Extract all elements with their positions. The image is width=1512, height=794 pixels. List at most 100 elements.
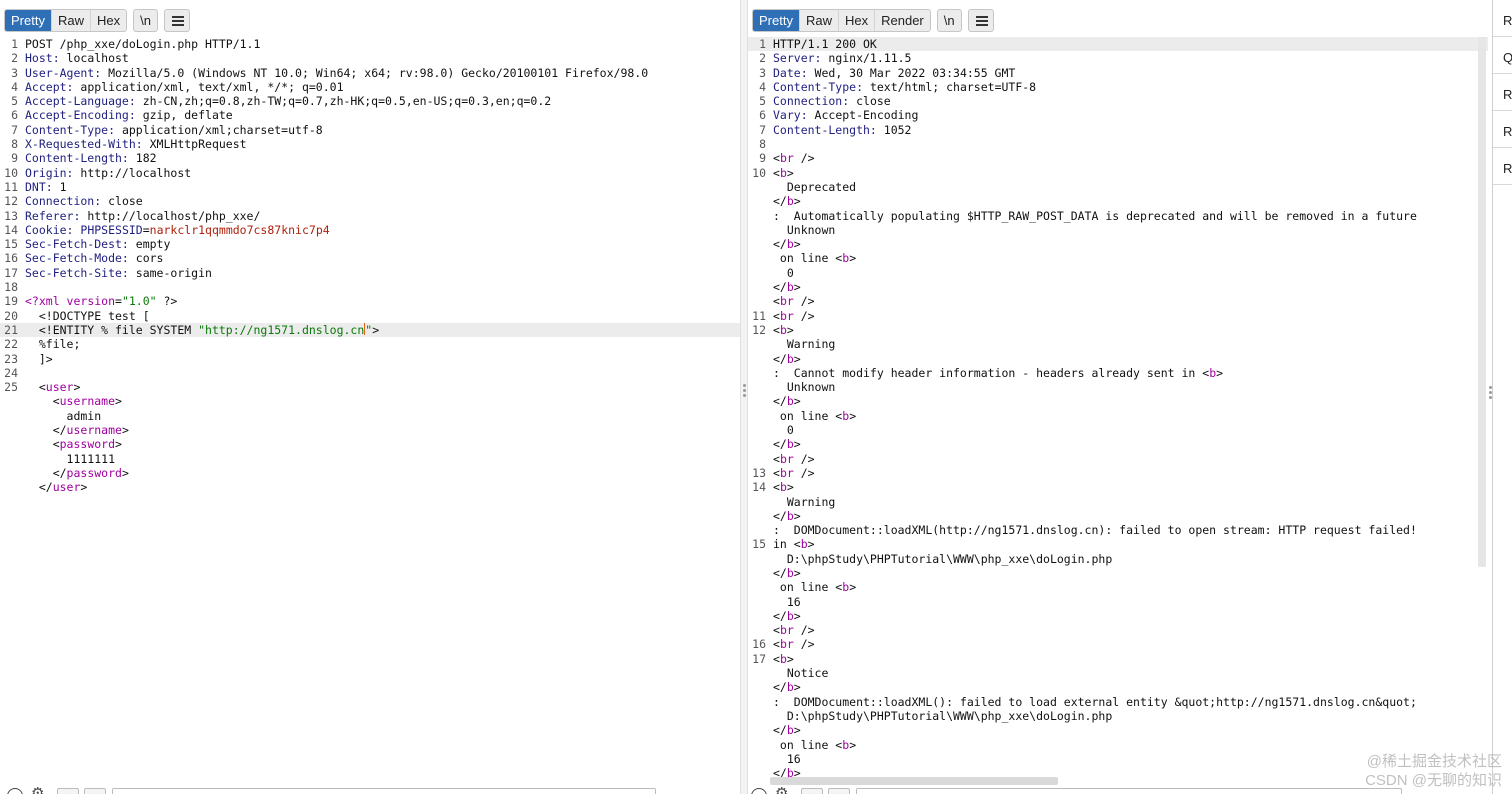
code-token: ]> bbox=[25, 351, 53, 366]
code-text: Server: nginx/1.11.5 bbox=[773, 51, 911, 65]
code-token: > bbox=[849, 251, 857, 266]
code-line: 0 bbox=[748, 266, 1488, 280]
search-next-button[interactable] bbox=[828, 788, 850, 794]
request-tab-raw[interactable]: Raw bbox=[51, 10, 91, 31]
code-line: 17 Sec-Fetch-Site: same-origin bbox=[0, 266, 740, 280]
code-token: b bbox=[786, 194, 794, 209]
line-number: 16 bbox=[752, 637, 766, 652]
request-tab-pretty[interactable]: Pretty bbox=[5, 10, 52, 31]
code-token: <?xml bbox=[25, 294, 67, 309]
code-line: 3 User-Agent: Mozilla/5.0 (Windows NT 10.… bbox=[0, 66, 740, 80]
request-editor[interactable]: 1 POST /php_xxe/doLogin.php HTTP/1.1 2 Host… bbox=[0, 37, 740, 777]
response-search-input[interactable] bbox=[856, 788, 1402, 794]
code-token: < bbox=[773, 623, 780, 638]
code-token: < bbox=[773, 322, 780, 337]
code-text: <br /> bbox=[773, 151, 815, 165]
code-text: Accept-Encoding: gzip, deflate bbox=[25, 108, 233, 122]
code-line: 8 bbox=[748, 137, 1488, 151]
code-token: 1052 bbox=[876, 122, 912, 137]
gear-icon[interactable]: ⚙ bbox=[31, 786, 44, 794]
pane-divider[interactable] bbox=[740, 0, 748, 794]
line-number: 16 bbox=[4, 251, 18, 266]
response-vertical-scrollbar[interactable] bbox=[1478, 37, 1486, 567]
code-line: 0 bbox=[748, 423, 1488, 437]
code-line: 14 <b> bbox=[748, 480, 1488, 494]
code-text: Host: localhost bbox=[25, 51, 129, 65]
header-name: User-Agent: bbox=[25, 65, 102, 80]
cookie-value: narkclr1qqmmdo7cs87knic7p4 bbox=[149, 222, 330, 237]
side-tab-3[interactable]: Re bbox=[1493, 74, 1512, 111]
response-editor[interactable]: 1 HTTP/1.1 200 OK 2 Server: nginx/1.11.5 3 Da… bbox=[748, 37, 1488, 780]
code-token: > bbox=[793, 437, 801, 452]
response-tab-pretty[interactable]: Pretty bbox=[753, 10, 800, 31]
response-menu-button[interactable] bbox=[967, 9, 994, 32]
code-token: < bbox=[25, 380, 46, 395]
watermark-line-1: @稀土掘金技术社区 bbox=[1366, 753, 1502, 770]
help-icon[interactable] bbox=[7, 788, 23, 794]
code-text: Accept-Language: zh-CN,zh;q=0.8,zh-TW;q=… bbox=[25, 94, 551, 108]
response-tab-render[interactable]: Render bbox=[875, 10, 930, 31]
code-token: br bbox=[779, 451, 794, 466]
code-line: : DOMDocument::loadXML(http://ng1571.dns… bbox=[748, 523, 1488, 537]
code-token: > bbox=[793, 351, 801, 366]
code-text: Vary: Accept-Encoding bbox=[773, 108, 918, 122]
code-token: b bbox=[786, 723, 794, 738]
code-line: on line <b> bbox=[748, 580, 1488, 594]
code-line: : DOMDocument::loadXML(): failed to load… bbox=[748, 695, 1488, 709]
code-text: Content-Type: text/html; charset=UTF-8 bbox=[773, 80, 1036, 94]
side-tab-5[interactable]: Re bbox=[1493, 148, 1512, 185]
code-token: > bbox=[793, 237, 801, 252]
code-token: > bbox=[121, 465, 129, 480]
code-text: <b> bbox=[773, 480, 794, 494]
search-next-button[interactable] bbox=[84, 788, 106, 794]
code-line: Unknown bbox=[748, 380, 1488, 394]
line-number: 7 bbox=[11, 122, 18, 137]
code-line: <br /> bbox=[748, 452, 1488, 466]
code-token: > bbox=[849, 737, 857, 752]
code-token: > bbox=[793, 723, 801, 738]
code-line: <br /> bbox=[748, 623, 1488, 637]
request-search-input[interactable] bbox=[112, 788, 656, 794]
code-line: admin bbox=[0, 409, 740, 423]
response-tab-raw[interactable]: Raw bbox=[799, 10, 839, 31]
search-prev-button[interactable] bbox=[801, 788, 823, 794]
gear-icon[interactable]: ⚙ bbox=[775, 786, 788, 794]
request-tab-hex[interactable]: Hex bbox=[90, 10, 127, 31]
side-tab-4[interactable]: Re bbox=[1493, 111, 1512, 148]
code-token: user bbox=[45, 380, 74, 395]
code-text: <password> bbox=[25, 437, 122, 451]
code-line: 8 X-Requested-With: XMLHttpRequest bbox=[0, 137, 740, 151]
side-tab-1[interactable]: Re bbox=[1493, 0, 1512, 37]
request-newline-toggle[interactable]: \n bbox=[133, 9, 158, 32]
code-text: <!DOCTYPE test [ bbox=[25, 309, 150, 323]
code-token: > bbox=[372, 322, 380, 337]
code-token: : Cannot modify header information - hea… bbox=[773, 365, 1210, 380]
search-prev-button[interactable] bbox=[57, 788, 79, 794]
code-token: HTTP/1.1 200 OK bbox=[773, 37, 877, 51]
code-token: b bbox=[779, 322, 787, 337]
response-horizontal-scrollbar[interactable] bbox=[770, 777, 1058, 785]
response-newline-toggle[interactable]: \n bbox=[936, 9, 962, 32]
header-name: Referer: bbox=[25, 208, 81, 223]
code-line: D:\phpStudy\PHPTutorial\WWW\php_xxe\doLo… bbox=[748, 552, 1488, 566]
code-token: Server: bbox=[773, 51, 822, 66]
code-line: </b> bbox=[748, 394, 1488, 408]
code-token: </ bbox=[25, 423, 67, 438]
request-menu-button[interactable] bbox=[163, 9, 190, 32]
code-text: <?xml version="1.0" ?> bbox=[25, 294, 177, 308]
header-value: application/xml, text/xml, */*; q=0.01 bbox=[73, 79, 344, 94]
request-search-bar: ⚙ bbox=[0, 782, 740, 794]
code-token: > bbox=[793, 680, 801, 695]
code-text: User-Agent: Mozilla/5.0 (Windows NT 10.0… bbox=[25, 66, 648, 80]
code-token: > bbox=[793, 194, 801, 209]
code-line: 10 Origin: http://localhost bbox=[0, 166, 740, 180]
code-token: > bbox=[786, 322, 794, 337]
code-line: </b> bbox=[748, 680, 1488, 694]
help-icon[interactable] bbox=[751, 788, 767, 794]
response-tab-hex[interactable]: Hex bbox=[838, 10, 876, 31]
line-number: 2 bbox=[11, 51, 18, 66]
header-value: http://localhost bbox=[73, 165, 192, 180]
side-tab-2[interactable]: Q bbox=[1493, 37, 1512, 74]
code-token: Unknown bbox=[773, 380, 836, 395]
line-number: 2 bbox=[759, 51, 766, 66]
